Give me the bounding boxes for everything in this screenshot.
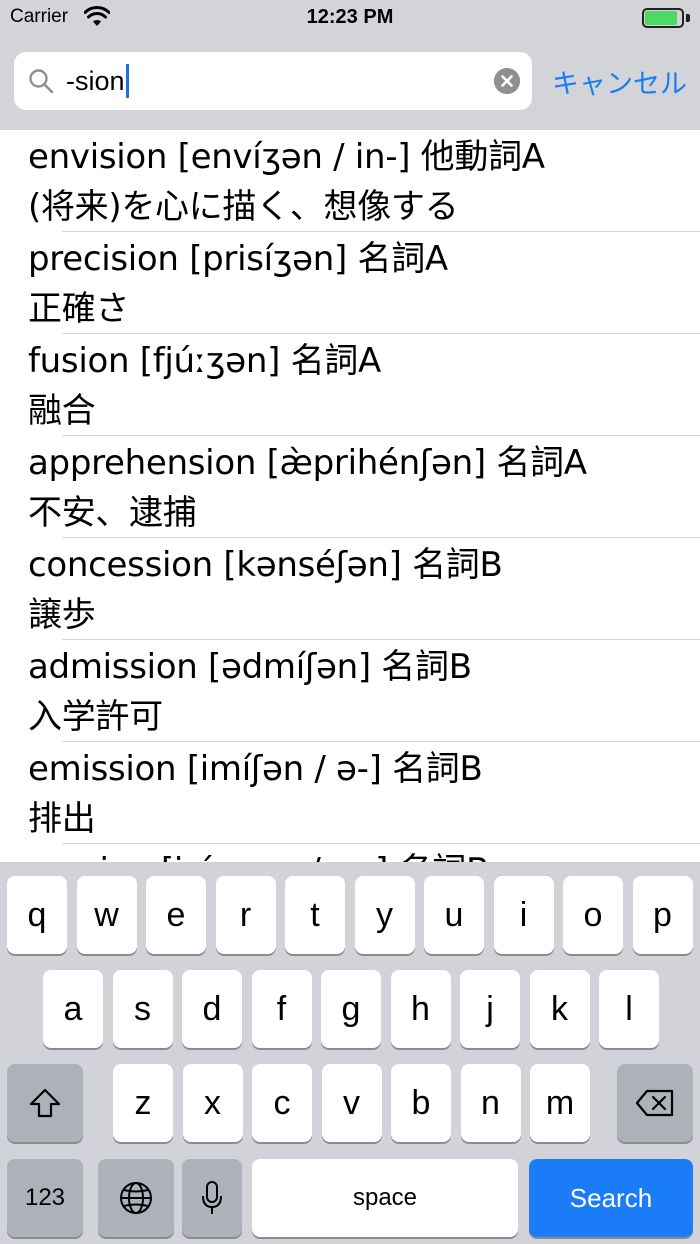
key-label: g: [341, 989, 361, 1028]
space-key[interactable]: space: [252, 1159, 518, 1237]
key-label: f: [276, 989, 287, 1028]
backspace-icon: [635, 1089, 674, 1117]
key-j[interactable]: j: [460, 970, 520, 1048]
list-item[interactable]: emission [imíʃən / ə-] 名詞B 排出: [0, 742, 700, 844]
delete-key[interactable]: [617, 1064, 693, 1142]
key-label: o: [583, 895, 603, 934]
status-bar: Carrier 12:23 PM: [0, 0, 700, 36]
list-item[interactable]: apprehension [æ̀prihénʃən] 名詞A 不安、逮捕: [0, 436, 700, 538]
key-q[interactable]: q: [7, 876, 67, 954]
key-k[interactable]: k: [529, 970, 590, 1048]
key-label: m: [545, 1083, 575, 1122]
key-l[interactable]: l: [599, 970, 659, 1048]
key-b[interactable]: b: [391, 1064, 451, 1142]
word-meaning: 譲歩: [28, 595, 96, 635]
word-entry: envision [envíʒən / in-] 他動詞A: [28, 137, 545, 177]
key-label: e: [166, 895, 186, 934]
word-meaning: 入学許可: [28, 697, 163, 737]
text-caret: [125, 64, 129, 98]
key-r[interactable]: r: [215, 876, 276, 954]
word-meaning: 正確さ: [28, 289, 130, 329]
key-w[interactable]: w: [76, 876, 137, 954]
clear-icon[interactable]: [494, 68, 520, 94]
key-label: b: [411, 1083, 431, 1122]
list-item[interactable]: admission [ədmíʃən] 名詞B 入学許可: [0, 640, 700, 742]
microphone-icon: [202, 1181, 222, 1214]
key-label: i: [519, 895, 528, 934]
word-entry: admission [ədmíʃən] 名詞B: [28, 647, 472, 687]
key-h[interactable]: h: [390, 970, 451, 1048]
cancel-button[interactable]: キャンセル: [552, 62, 687, 101]
key-label: l: [625, 989, 633, 1028]
key-label: x: [204, 1083, 221, 1122]
key-label: v: [343, 1083, 360, 1122]
key-label: d: [202, 989, 222, 1028]
search-key[interactable]: Search: [529, 1159, 693, 1237]
key-i[interactable]: i: [493, 876, 554, 954]
key-label: q: [27, 895, 47, 934]
key-x[interactable]: x: [182, 1064, 243, 1142]
key-y[interactable]: y: [354, 876, 415, 954]
battery-icon: [642, 8, 690, 28]
key-label: s: [134, 989, 151, 1028]
key-label: a: [63, 989, 83, 1028]
word-entry: fusion [fjúːʒən] 名詞A: [28, 341, 381, 381]
key-e[interactable]: e: [146, 876, 206, 954]
key-label: h: [411, 989, 430, 1028]
globe-icon: [120, 1182, 152, 1214]
clock: 12:23 PM: [306, 6, 394, 28]
key-f[interactable]: f: [251, 970, 312, 1048]
key-s[interactable]: s: [112, 970, 173, 1048]
keyboard: 123 space Search q w e r t y u i o p a s d f g h j k l z x c v…: [0, 862, 700, 1244]
list-item[interactable]: concession [kənséʃən] 名詞B 譲歩: [0, 538, 700, 640]
word-meaning: (将来)を心に描く、想像する: [28, 187, 459, 227]
key-a[interactable]: a: [43, 970, 103, 1048]
shift-key[interactable]: [7, 1064, 83, 1142]
key-label: w: [94, 895, 119, 934]
search-input[interactable]: -sion: [66, 64, 129, 98]
globe-key[interactable]: [98, 1159, 174, 1237]
results-list: envision [envíʒən / in-] 他動詞A (将来)を心に描く、…: [0, 130, 700, 862]
key-d[interactable]: d: [182, 970, 242, 1048]
key-c[interactable]: c: [252, 1064, 312, 1142]
key-v[interactable]: v: [321, 1064, 382, 1142]
key-m[interactable]: m: [530, 1064, 590, 1142]
numbers-key[interactable]: 123: [7, 1159, 83, 1237]
word-entry: apprehension [æ̀prihénʃən] 名詞A: [28, 443, 587, 483]
key-g[interactable]: g: [321, 970, 381, 1048]
key-label: z: [134, 1083, 152, 1122]
word-meaning: 融合: [28, 391, 96, 431]
list-item[interactable]: envision [envíʒən / in-] 他動詞A (将来)を心に描く、…: [0, 130, 700, 232]
word-entry: erosion [iróuʒən / ər-] 名詞B: [28, 844, 700, 862]
key-label: n: [481, 1083, 500, 1122]
search-query: -sion: [66, 66, 125, 96]
key-label: k: [551, 989, 568, 1028]
key-label: c: [273, 1083, 291, 1122]
list-item[interactable]: precision [prisíʒən] 名詞A 正確さ: [0, 232, 700, 334]
word-entry: emission [imíʃən / ə-] 名詞B: [28, 749, 483, 789]
word-entry: concession [kənséʃən] 名詞B: [28, 545, 503, 585]
word-meaning: 不安、逮捕: [28, 493, 197, 533]
word-entry: precision [prisíʒən] 名詞A: [28, 239, 448, 279]
search-bar: -sion キャンセル: [0, 36, 700, 130]
word-meaning: 排出: [28, 799, 96, 839]
key-label: y: [376, 895, 393, 934]
key-label: r: [239, 895, 252, 934]
key-t[interactable]: t: [285, 876, 345, 954]
key-label: p: [653, 895, 672, 934]
key-label: t: [310, 895, 320, 934]
key-z[interactable]: z: [113, 1064, 173, 1142]
list-item[interactable]: fusion [fjúːʒən] 名詞A 融合: [0, 334, 700, 436]
key-p[interactable]: p: [632, 876, 693, 954]
key-o[interactable]: o: [563, 876, 623, 954]
search-icon: [29, 69, 54, 94]
dictation-key[interactable]: [182, 1159, 242, 1237]
key-u[interactable]: u: [424, 876, 484, 954]
search-field[interactable]: -sion: [14, 52, 532, 110]
key-n[interactable]: n: [460, 1064, 521, 1142]
key-label: u: [444, 895, 464, 934]
shift-icon: [29, 1088, 61, 1118]
list-item[interactable]: erosion [iróuʒən / ər-] 名詞B: [0, 844, 700, 862]
key-label: j: [486, 989, 494, 1028]
